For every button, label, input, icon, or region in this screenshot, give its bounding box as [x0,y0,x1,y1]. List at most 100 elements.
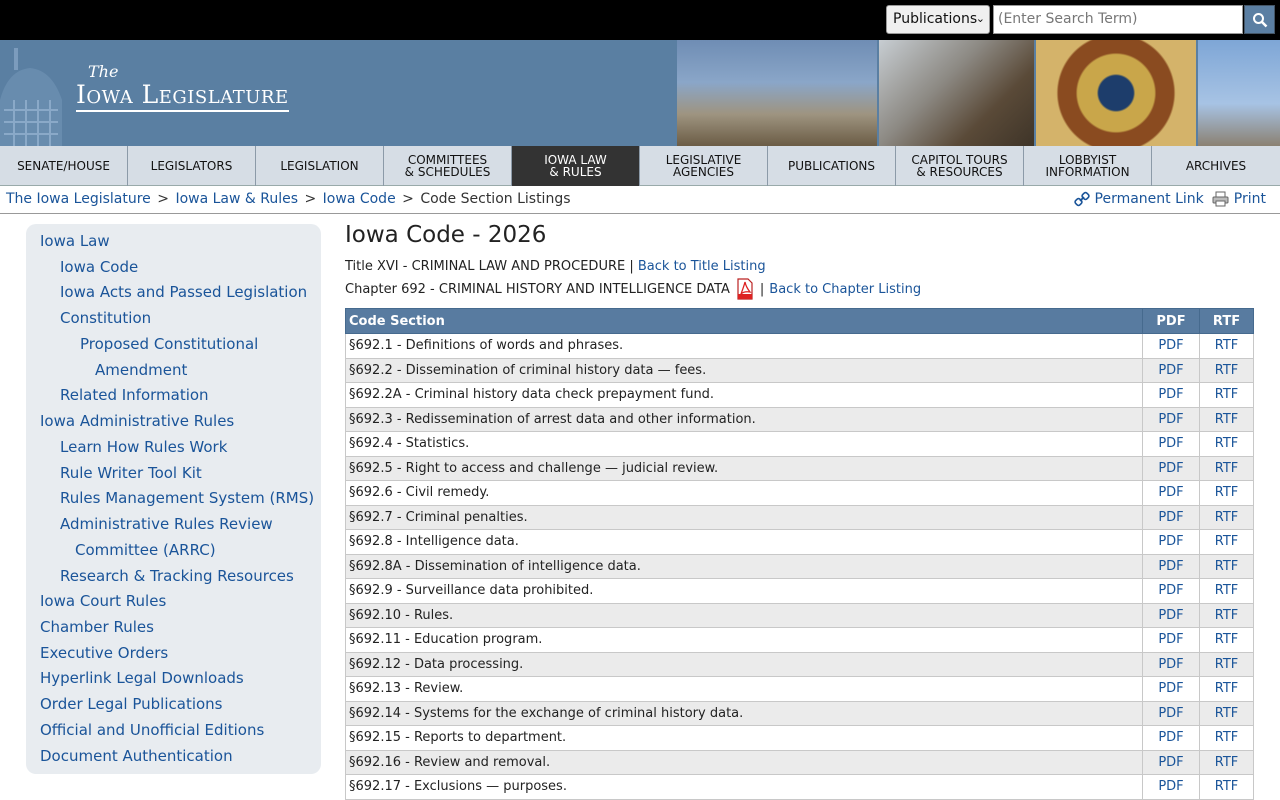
pdf-link[interactable]: PDF [1158,706,1183,721]
section-title: §692.15 - Reports to department. [345,725,1143,751]
rtf-link[interactable]: RTF [1215,387,1239,402]
breadcrumb-link-legislature[interactable]: The Iowa Legislature [6,191,151,207]
rtf-link[interactable]: RTF [1215,436,1239,451]
pdf-link[interactable]: PDF [1158,583,1183,598]
back-to-chapter-link[interactable]: Back to Chapter Listing [769,282,921,297]
rtf-link[interactable]: RTF [1215,730,1239,745]
sidebar-item-editions[interactable]: Official and Unofficial Editions [40,721,264,739]
pdf-link[interactable]: PDF [1158,387,1183,402]
sidebar-item-related-information[interactable]: Related Information [60,386,209,404]
permanent-link-label: Permanent Link [1094,191,1204,207]
pdf-cell: PDF [1142,651,1200,677]
pdf-link[interactable]: PDF [1158,436,1183,451]
rtf-link[interactable]: RTF [1215,534,1239,549]
chapter-line: Chapter 692 - CRIMINAL HISTORY AND INTEL… [345,278,921,300]
rtf-link[interactable]: RTF [1215,338,1239,353]
site-logo[interactable]: Iowa Legislature [76,80,289,112]
sidebar-item-rule-writer[interactable]: Rule Writer Tool Kit [60,464,202,482]
pdf-cell: PDF [1142,431,1200,457]
sidebar-item-court-rules[interactable]: Iowa Court Rules [40,592,166,610]
rtf-link[interactable]: RTF [1215,363,1239,378]
sidebar-item-proposed-amendment-cont[interactable]: Amendment [95,361,187,379]
rtf-cell: RTF [1199,676,1254,702]
search-icon [1253,13,1268,28]
nav-legislative-agencies[interactable]: LEGISLATIVE AGENCIES [640,146,768,186]
rtf-link[interactable]: RTF [1215,559,1239,574]
nav-senate-house[interactable]: SENATE/HOUSE [0,146,128,186]
nav-iowa-law-rules[interactable]: IOWA LAW & RULES [512,146,640,186]
pdf-link[interactable]: PDF [1158,608,1183,623]
sidebar-item-chamber-rules[interactable]: Chamber Rules [40,618,154,636]
sidebar-item-constitution[interactable]: Constitution [60,309,151,327]
rtf-link[interactable]: RTF [1215,485,1239,500]
breadcrumb-link-law-rules[interactable]: Iowa Law & Rules [175,191,298,207]
sidebar-item-proposed-amendment[interactable]: Proposed Constitutional [80,335,258,353]
sidebar-item-iowa-law[interactable]: Iowa Law [40,232,110,250]
pdf-link[interactable]: PDF [1158,461,1183,476]
pdf-link[interactable]: PDF [1158,632,1183,647]
pipe-separator: | [629,259,634,274]
table-row: §692.3 - Redissemination of arrest data … [345,406,1254,432]
rtf-link[interactable]: RTF [1215,510,1239,525]
rtf-link[interactable]: RTF [1215,608,1239,623]
search-scope-select[interactable]: Publications ⌄ [886,5,990,34]
pdf-link[interactable]: PDF [1158,559,1183,574]
pdf-cell: PDF [1142,676,1200,702]
table-row: §692.8 - Intelligence data. PDF RTF [345,529,1254,555]
pdf-link[interactable]: PDF [1158,534,1183,549]
pdf-link[interactable]: PDF [1158,779,1183,794]
back-to-title-link[interactable]: Back to Title Listing [638,259,766,274]
rtf-link[interactable]: RTF [1215,681,1239,696]
rtf-link[interactable]: RTF [1215,755,1239,770]
sidebar-item-arrc[interactable]: Administrative Rules Review [60,515,273,533]
table-row: §692.8A - Dissemination of intelligence … [345,553,1254,579]
nav-capitol-tours[interactable]: CAPITOL TOURS & RESOURCES [896,146,1024,186]
pdf-link[interactable]: PDF [1158,657,1183,672]
pdf-link[interactable]: PDF [1158,755,1183,770]
sidebar-item-iowa-code[interactable]: Iowa Code [60,258,138,276]
rtf-cell: RTF [1199,480,1254,506]
permanent-link[interactable]: Permanent Link [1073,191,1204,207]
nav-archives[interactable]: ARCHIVES [1152,146,1280,186]
search-button[interactable] [1244,5,1275,34]
search-placeholder: (Enter Search Term) [998,11,1138,27]
sidebar-item-iowa-acts[interactable]: Iowa Acts and Passed Legislation [60,283,307,301]
pdf-link[interactable]: PDF [1158,681,1183,696]
rtf-link[interactable]: RTF [1215,632,1239,647]
rtf-link[interactable]: RTF [1215,583,1239,598]
sidebar-item-administrative-rules[interactable]: Iowa Administrative Rules [40,412,234,430]
rtf-link[interactable]: RTF [1215,706,1239,721]
pdf-link[interactable]: PDF [1158,510,1183,525]
rtf-cell: RTF [1199,357,1254,383]
title-name: Title XVI - CRIMINAL LAW AND PROCEDURE [345,259,626,274]
sidebar-item-executive-orders[interactable]: Executive Orders [40,644,168,662]
pdf-link[interactable]: PDF [1158,730,1183,745]
rtf-link[interactable]: RTF [1215,779,1239,794]
table-row: §692.11 - Education program. PDF RTF [345,627,1254,653]
pdf-link[interactable]: PDF [1158,363,1183,378]
nav-legislation[interactable]: LEGISLATION [256,146,384,186]
nav-committees-schedules[interactable]: COMMITTEES & SCHEDULES [384,146,512,186]
sidebar-item-order-publications[interactable]: Order Legal Publications [40,695,223,713]
sidebar-item-learn-rules[interactable]: Learn How Rules Work [60,438,227,456]
search-input[interactable]: (Enter Search Term) [993,5,1243,34]
pdf-link[interactable]: PDF [1158,485,1183,500]
rtf-link[interactable]: RTF [1215,461,1239,476]
pdf-link[interactable]: PDF [1158,338,1183,353]
sidebar-item-document-authentication[interactable]: Document Authentication [40,747,233,765]
print-link[interactable]: Print [1212,191,1266,207]
pdf-link[interactable]: PDF [1158,412,1183,427]
print-label: Print [1233,191,1266,207]
rtf-link[interactable]: RTF [1215,412,1239,427]
nav-lobbyist-information[interactable]: LOBBYIST INFORMATION [1024,146,1152,186]
pdf-cell: PDF [1142,455,1200,481]
pdf-icon[interactable] [735,278,755,300]
sidebar-item-research-tracking[interactable]: Research & Tracking Resources [60,567,294,585]
rtf-link[interactable]: RTF [1215,657,1239,672]
sidebar-item-rms[interactable]: Rules Management System (RMS) [60,489,314,507]
breadcrumb-link-iowa-code[interactable]: Iowa Code [323,191,396,207]
sidebar-item-arrc-cont[interactable]: Committee (ARRC) [75,541,216,559]
nav-legislators[interactable]: LEGISLATORS [128,146,256,186]
sidebar-item-hyperlink-downloads[interactable]: Hyperlink Legal Downloads [40,669,244,687]
nav-publications[interactable]: PUBLICATIONS [768,146,896,186]
